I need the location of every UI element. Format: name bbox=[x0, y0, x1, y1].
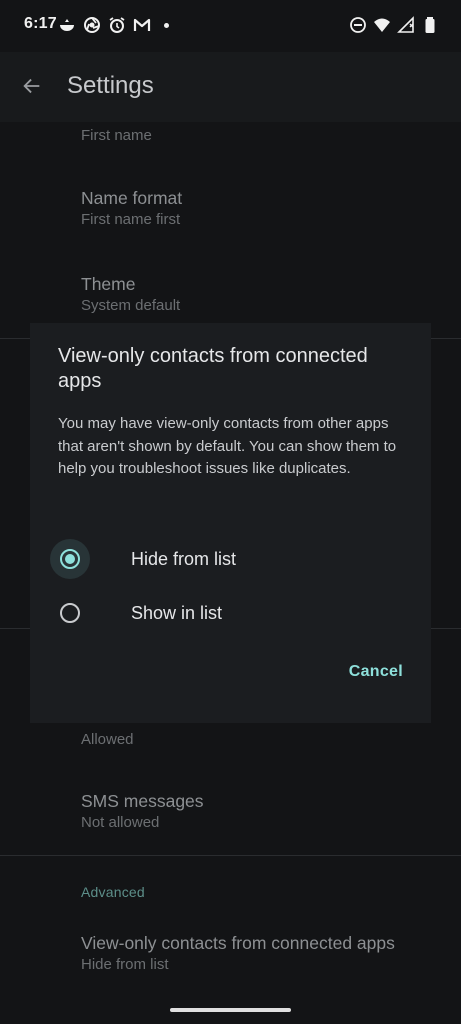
notification-dot-icon bbox=[164, 22, 169, 28]
view-only-contacts-title: View-only contacts from connected apps bbox=[81, 933, 395, 953]
name-format-value: First name first bbox=[81, 211, 181, 228]
contacts-permission-value: Allowed bbox=[81, 731, 134, 748]
dialog-body: You may have view-only contacts from oth… bbox=[58, 415, 397, 477]
gmail-icon bbox=[133, 16, 151, 34]
cancel-button[interactable]: Cancel bbox=[349, 663, 403, 681]
wifi-icon bbox=[373, 16, 391, 34]
view-only-contacts-value: Hide from list bbox=[81, 956, 169, 973]
status-right-icons bbox=[349, 15, 439, 35]
battery-icon bbox=[421, 16, 439, 34]
sort-by-item[interactable]: First name bbox=[0, 126, 461, 146]
name-format-item[interactable]: Name format First name first bbox=[0, 186, 461, 230]
arrow-back-icon bbox=[23, 78, 40, 94]
view-only-contacts-dialog: View-only contacts from connected apps Y… bbox=[30, 323, 431, 723]
dialog-title: View-only contacts from connected apps bbox=[58, 345, 368, 392]
sms-messages-value: Not allowed bbox=[81, 814, 160, 831]
app-bar: Settings bbox=[0, 52, 461, 122]
cell-signal-icon bbox=[397, 16, 415, 34]
theme-title: Theme bbox=[81, 274, 136, 294]
do-not-disturb-icon bbox=[349, 16, 367, 34]
chrome-like-icon bbox=[83, 16, 101, 34]
page-title: Settings bbox=[67, 72, 154, 99]
theme-value: System default bbox=[81, 297, 181, 314]
status-left-icons bbox=[58, 15, 169, 35]
option-hide-from-list[interactable]: Hide from list bbox=[50, 537, 410, 581]
status-bar: 6:17 bbox=[0, 0, 461, 52]
view-only-contacts-item[interactable]: View-only contacts from connected apps H… bbox=[0, 931, 461, 975]
alarm-icon bbox=[108, 16, 126, 34]
sort-by-value: First name bbox=[81, 127, 152, 144]
option-show-in-list[interactable]: Show in list bbox=[50, 591, 410, 635]
divider bbox=[0, 855, 461, 856]
theme-item[interactable]: Theme System default bbox=[0, 272, 461, 316]
sms-messages-item[interactable]: SMS messages Not allowed bbox=[0, 789, 461, 833]
sms-messages-title: SMS messages bbox=[81, 791, 204, 811]
gesture-navigation-bar[interactable] bbox=[170, 1008, 291, 1012]
option-label: Hide from list bbox=[131, 548, 237, 569]
radio-selected-icon[interactable] bbox=[60, 549, 80, 569]
cat-app-icon bbox=[58, 16, 76, 34]
advanced-section-header: Advanced bbox=[81, 884, 145, 900]
screen: 6:17 Settings First name Name format Fir… bbox=[0, 0, 461, 1024]
radio-unselected-icon[interactable] bbox=[60, 603, 80, 623]
option-label: Show in list bbox=[131, 602, 223, 623]
contacts-permission-item[interactable]: Allowed bbox=[0, 730, 461, 750]
status-time: 6:17 bbox=[24, 15, 57, 32]
name-format-title: Name format bbox=[81, 188, 183, 208]
back-button[interactable] bbox=[14, 68, 50, 104]
